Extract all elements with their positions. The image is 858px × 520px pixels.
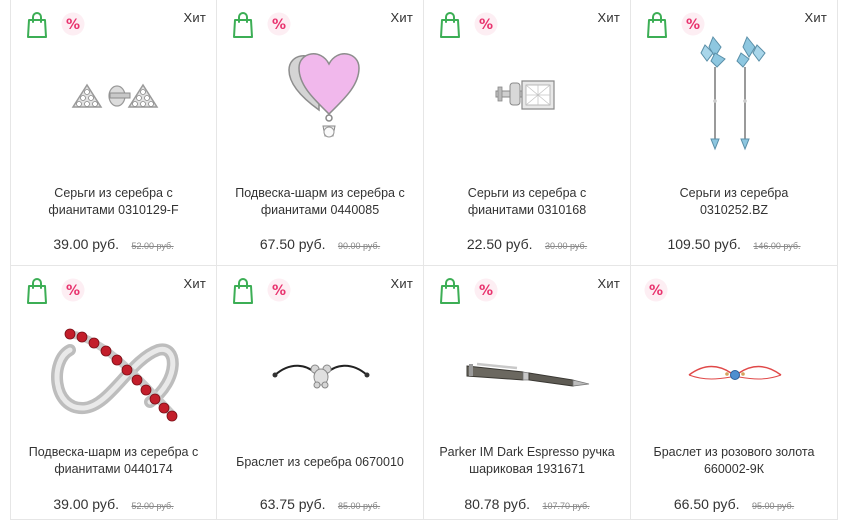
price-block: 66.50 руб. 95.00 руб. (631, 496, 837, 514)
title-line: 660002-9К (703, 462, 765, 476)
product-image[interactable] (217, 30, 424, 160)
hit-badge: Хит (390, 276, 413, 291)
stud-earrings-image (71, 83, 158, 108)
product-title[interactable]: Подвеска-шарм из серебра с фианитами 044… (19, 444, 208, 478)
hit-badge: Хит (183, 276, 206, 291)
heart-charm-image (287, 53, 360, 138)
svg-text:%: % (479, 283, 493, 299)
product-card[interactable]: % Хит Серьги из серебра с фианитами 0310… (10, 0, 217, 266)
product-card[interactable]: % Браслет из розового золота 660002-9К 6… (631, 266, 838, 520)
red-thread-bracelet-image (688, 365, 781, 380)
current-price: 80.78 руб. (464, 496, 530, 512)
current-price: 39.00 руб. (53, 236, 119, 252)
product-grid: % Хит Серьги из серебра с фианитами 0310… (10, 0, 838, 520)
hit-badge: Хит (804, 10, 827, 25)
product-image[interactable] (11, 300, 218, 450)
ring-image (50, 328, 179, 422)
price-block: 67.50 руб. 90.00 руб. (217, 236, 423, 254)
percent-icon: % (474, 278, 498, 302)
price-block: 22.50 руб. 30.00 руб. (424, 236, 630, 254)
cord-bracelet-image (272, 364, 369, 389)
title-line: фианитами 0440174 (54, 462, 173, 476)
title-line: Подвеска-шарм из серебра с (235, 186, 405, 200)
ballpoint-pen-image (466, 362, 589, 387)
price-block: 109.50 руб. 146.00 руб. (631, 236, 837, 254)
current-price: 66.50 руб. (673, 496, 740, 512)
old-price: 85.00 руб. (337, 501, 381, 511)
product-card[interactable]: % Хит Parker IM Dark Espresso ручка шари… (424, 266, 631, 520)
percent-icon: % (61, 278, 85, 302)
product-image[interactable] (424, 30, 631, 160)
product-title[interactable]: Parker IM Dark Espresso ручка шариковая … (432, 444, 622, 478)
old-price: 90.00 руб. (337, 241, 381, 251)
title-line: фианитами 0440085 (260, 203, 380, 217)
title-line: шариковая 1931671 (469, 462, 585, 476)
hit-badge: Хит (597, 276, 620, 291)
title-line: 0310252.BZ (699, 203, 769, 217)
product-card[interactable]: % Хит Серьги из серебра с фианитами 0310… (424, 0, 631, 266)
title-line: фианитами 0310168 (467, 203, 587, 217)
old-price: 95.00 руб. (751, 501, 795, 511)
old-price: 146.00 руб. (753, 241, 801, 251)
svg-text:%: % (66, 283, 80, 299)
product-image[interactable] (631, 300, 838, 450)
product-title[interactable]: Серьги из серебра с фианитами 0310129-F (19, 185, 208, 219)
price-block: 39.00 руб. 52.00 руб. (11, 496, 216, 514)
product-image[interactable] (217, 300, 424, 450)
current-price: 39.00 руб. (53, 496, 119, 512)
percent-icon: % (644, 278, 668, 302)
current-price: 67.50 руб. (259, 236, 326, 252)
svg-text:%: % (272, 283, 286, 299)
percent-icon: % (267, 278, 291, 302)
stud-earring-side-image (495, 80, 555, 110)
product-card[interactable]: % Хит Серьги из серебра 0310252.BZ 109.5… (631, 0, 838, 266)
drop-earrings-image (699, 36, 766, 151)
title-line: Серьги из серебра (679, 186, 789, 200)
product-image[interactable] (424, 300, 631, 450)
title-line: Подвеска-шарм из серебра с (28, 445, 199, 459)
product-card[interactable]: % Хит Подвеска-шарм из серебра с фианита… (217, 0, 424, 266)
price-block: 80.78 руб. 107.70 руб. (424, 496, 630, 514)
current-price: 109.50 руб. (667, 236, 741, 252)
old-price: 107.70 руб. (542, 501, 590, 511)
title-line: Браслет из розового золота (653, 445, 815, 459)
product-image[interactable] (631, 30, 838, 160)
hit-badge: Хит (597, 10, 620, 25)
current-price: 22.50 руб. (466, 236, 533, 252)
title-line: Браслет из серебра 0670010 (236, 455, 404, 469)
product-title[interactable]: Браслет из розового золота 660002-9К (639, 444, 829, 478)
price-block: 39.00 руб. 52.00 руб. (11, 236, 216, 254)
product-card[interactable]: % Хит Подвеска-шарм из серебра с фианита… (10, 266, 217, 520)
title-line: фианитами 0310129-F (48, 203, 179, 217)
old-price: 30.00 руб. (544, 241, 588, 251)
svg-text:%: % (649, 283, 663, 299)
product-title[interactable]: Браслет из серебра 0670010 (225, 454, 415, 471)
product-image[interactable] (11, 30, 218, 160)
product-title[interactable]: Серьги из серебра с фианитами 0310168 (432, 185, 622, 219)
product-title[interactable]: Подвеска-шарм из серебра с фианитами 044… (225, 185, 415, 219)
hit-badge: Хит (390, 10, 413, 25)
price-block: 63.75 руб. 85.00 руб. (217, 496, 423, 514)
title-line: Серьги из серебра с (54, 186, 173, 200)
old-price: 52.00 руб. (131, 501, 174, 511)
product-card[interactable]: % Хит Браслет из серебра 0670010 63.75 р… (217, 266, 424, 520)
hit-badge: Хит (183, 10, 206, 25)
title-line: Серьги из серебра с (467, 186, 587, 200)
old-price: 52.00 руб. (131, 241, 174, 251)
product-title[interactable]: Серьги из серебра 0310252.BZ (639, 185, 829, 219)
title-line: Parker IM Dark Espresso ручка (439, 445, 615, 459)
current-price: 63.75 руб. (259, 496, 326, 512)
